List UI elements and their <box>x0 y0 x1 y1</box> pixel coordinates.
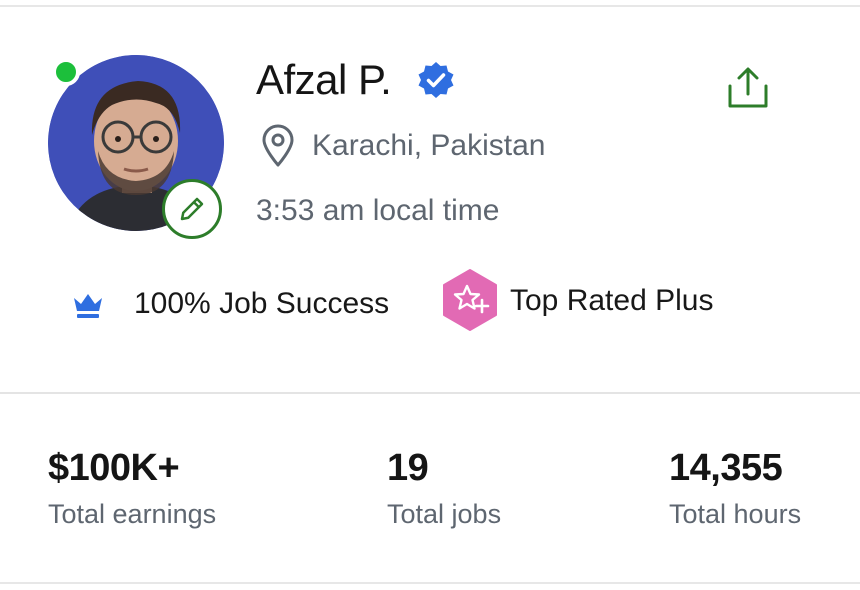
top-rated-plus-icon <box>443 269 497 331</box>
stat-total-hours: 14,355 Total hours <box>669 446 801 530</box>
crown-icon <box>74 294 102 318</box>
profile-name: Afzal P. <box>256 56 392 103</box>
stat-value: 19 <box>387 447 429 489</box>
profile-local-time: 3:53 am local time <box>256 194 500 227</box>
stat-total-earnings: $100K+ Total earnings <box>48 446 216 530</box>
bottom-divider <box>0 582 860 584</box>
online-status-dot <box>52 58 80 86</box>
edit-profile-button[interactable] <box>162 179 222 239</box>
profile-location: Karachi, Pakistan <box>312 129 546 162</box>
stat-label: Total hours <box>669 499 802 529</box>
job-success-label: 100% Job Success <box>134 287 390 320</box>
stat-label: Total jobs <box>387 499 502 529</box>
top-divider <box>0 5 860 7</box>
verified-badge-icon <box>418 62 454 98</box>
stat-value: $100K+ <box>48 447 180 489</box>
share-icon[interactable] <box>724 66 772 110</box>
freelancer-profile-card: Afzal P. Karachi, Pakistan 3:53 am local… <box>0 0 860 590</box>
stat-value: 14,355 <box>669 447 783 489</box>
section-divider <box>0 392 860 394</box>
pencil-icon <box>180 197 204 221</box>
top-rated-label: Top Rated Plus <box>510 284 714 317</box>
location-pin-icon <box>262 124 294 167</box>
stat-total-jobs: 19 Total jobs <box>387 446 501 530</box>
stat-label: Total earnings <box>48 499 217 529</box>
